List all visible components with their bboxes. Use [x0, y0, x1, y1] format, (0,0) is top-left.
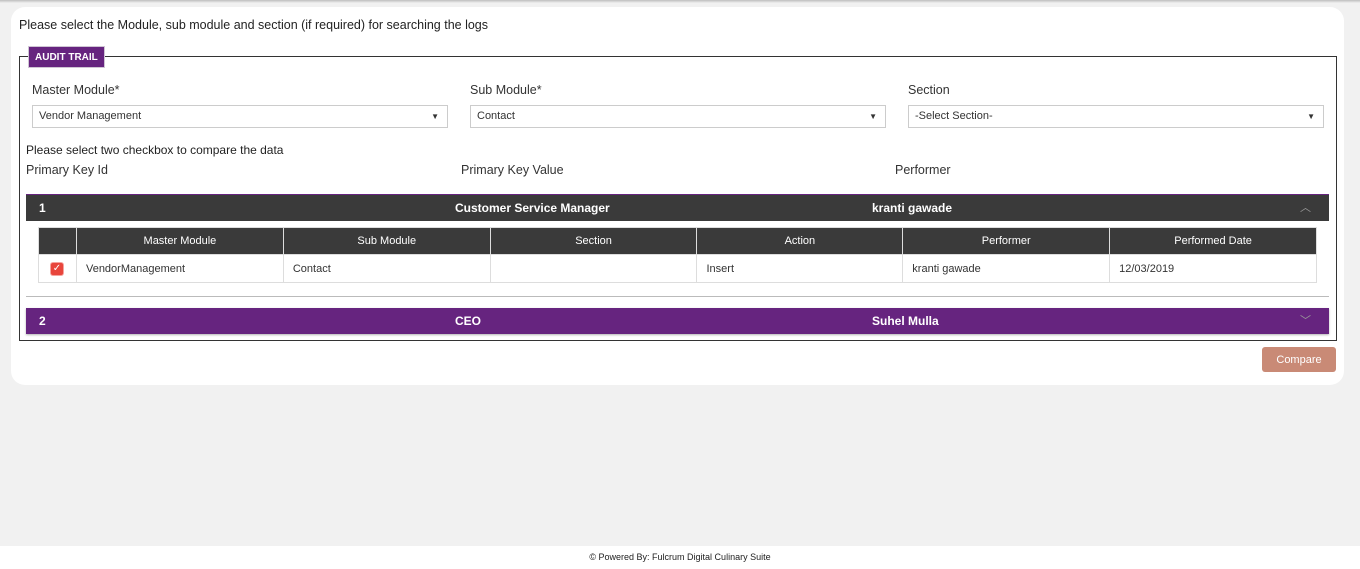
section-value: -Select Section- — [915, 110, 993, 122]
sub-module-select[interactable]: Contact ▼ — [470, 105, 886, 128]
section-label: Section — [908, 83, 950, 97]
sub-module-label: Sub Module* — [470, 83, 542, 97]
row-checkbox[interactable]: ✓ — [50, 263, 63, 275]
cell-performer: kranti gawade — [902, 254, 1111, 283]
header-performer: Performer — [902, 227, 1111, 255]
header-sub-module: Sub Module — [282, 227, 491, 255]
column-label-performer: Performer — [895, 163, 951, 177]
sub-module-value: Contact — [477, 110, 515, 122]
intro-text: Please select the Module, sub module and… — [19, 18, 489, 32]
record-performer: Suhel Mulla — [872, 314, 939, 328]
footer: © Powered By: Fulcrum Digital Culinary S… — [0, 546, 1360, 569]
record-key-value: Customer Service Manager — [455, 201, 610, 215]
header-section: Section — [489, 227, 698, 255]
section-select[interactable]: -Select Section- ▼ — [908, 105, 1324, 128]
compare-hint: Please select two checkbox to compare th… — [26, 143, 284, 157]
record-key-value: CEO — [455, 314, 482, 328]
cell-sub-module: Contact — [282, 254, 491, 283]
record-header-2[interactable]: 2 CEO Suhel Mulla ﹀ — [26, 308, 1329, 334]
cell-performed-date: 12/03/2019 — [1109, 254, 1317, 283]
master-module-select[interactable]: Vendor Management ▼ — [32, 105, 448, 128]
column-label-primary-key-id: Primary Key Id — [26, 163, 108, 177]
record-id: 2 — [39, 314, 46, 328]
cell-master-module: VendorManagement — [75, 254, 284, 283]
chevron-down-icon[interactable]: ﹀ — [1300, 308, 1311, 334]
column-label-primary-key-value: Primary Key Value — [461, 163, 564, 177]
cell-section — [489, 254, 698, 283]
record-header-1[interactable]: 1 Customer Service Manager kranti gawade… — [26, 194, 1329, 221]
row-checkbox-cell: ✓ — [38, 254, 77, 283]
chevron-up-icon[interactable]: ︿ — [1300, 195, 1311, 222]
record-body-1: Master Module Sub Module Section Action … — [26, 221, 1329, 297]
audit-card: Please select the Module, sub module and… — [11, 7, 1344, 385]
master-module-value: Vendor Management — [39, 110, 142, 122]
cell-action: Insert — [696, 254, 904, 283]
master-module-label: Master Module* — [32, 83, 120, 97]
table-header-row: Master Module Sub Module Section Action … — [38, 227, 1317, 255]
log-table: Master Module Sub Module Section Action … — [38, 227, 1317, 283]
header-master-module: Master Module — [75, 227, 284, 255]
record-id: 1 — [39, 201, 46, 215]
fieldset-legend: AUDIT TRAIL — [28, 46, 105, 68]
table-row: ✓ VendorManagement Contact Insert kranti… — [38, 254, 1317, 283]
dropdown-caret-icon: ▼ — [869, 112, 877, 121]
header-performed-date: Performed Date — [1109, 227, 1317, 255]
header-action: Action — [696, 227, 904, 255]
record-performer: kranti gawade — [872, 201, 953, 215]
dropdown-caret-icon: ▼ — [1307, 112, 1315, 121]
top-shadow — [0, 0, 1360, 3]
compare-button[interactable]: Compare — [1262, 347, 1336, 372]
audit-trail-fieldset: AUDIT TRAIL Master Module* Vendor Manage… — [19, 46, 1337, 341]
header-select — [38, 227, 77, 255]
dropdown-caret-icon: ▼ — [431, 112, 439, 121]
